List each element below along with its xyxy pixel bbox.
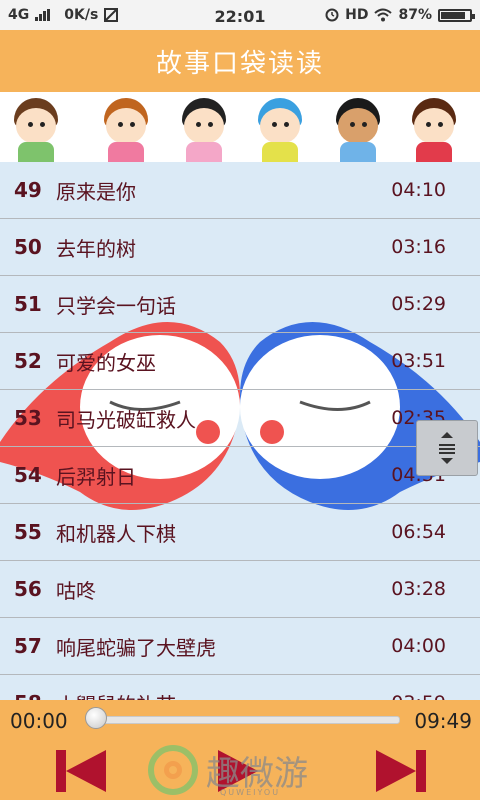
kid-illustration (406, 98, 462, 162)
story-title: 原来是你 (56, 179, 136, 204)
battery-icon (438, 8, 475, 22)
story-duration: 05:29 (391, 293, 446, 315)
list-item[interactable]: 51 只学会一句话 05:29 (0, 276, 480, 333)
watermark-logo: 趣微游 QUWEIYOU (148, 742, 308, 798)
kid-illustration (98, 98, 154, 162)
story-list[interactable]: 49 原来是你 04:10 50 去年的树 03:16 51 只学会一句话 05… (0, 162, 480, 700)
list-item[interactable]: 54 后羿射日 04:51 (0, 447, 480, 504)
status-bar: 4G 0K/s 22:01 HD 87% (0, 0, 480, 30)
progress-thumb[interactable] (85, 707, 107, 729)
previous-button[interactable] (50, 744, 110, 798)
story-number: 58 (14, 691, 42, 700)
list-item[interactable]: 52 可爱的女巫 03:51 (0, 333, 480, 390)
story-title: 可爱的女巫 (56, 350, 156, 375)
page-title: 故事口袋读读 (155, 48, 324, 79)
title-bar: 故事口袋读读 (0, 30, 480, 92)
skip-next-icon (376, 750, 426, 792)
story-title: 后羿射日 (56, 464, 136, 489)
story-title: 去年的树 (56, 236, 136, 261)
story-duration: 03:59 (391, 692, 446, 700)
watermark-subtext: QUWEIYOU (220, 788, 281, 797)
story-number: 55 (14, 520, 42, 544)
fast-scroll-handle[interactable] (416, 420, 478, 476)
story-title: 和机器人下棋 (56, 521, 176, 546)
progress-slider[interactable] (88, 716, 400, 724)
kid-illustration (176, 98, 232, 162)
story-number: 51 (14, 292, 42, 316)
story-title: 小鼹鼠的礼节 (56, 689, 176, 701)
story-number: 50 (14, 235, 42, 259)
story-number: 54 (14, 463, 42, 487)
story-title: 响尾蛇骗了大壁虎 (56, 635, 216, 660)
story-number: 57 (14, 634, 42, 658)
player-bar: 00:00 09:49 趣微游 QUWEIYOU (0, 700, 480, 800)
kids-banner (0, 92, 480, 162)
story-title: 司马光破缸救人 (56, 407, 196, 432)
next-button[interactable] (372, 744, 432, 798)
list-item[interactable]: 55 和机器人下棋 06:54 (0, 504, 480, 561)
story-title: 咕咚 (56, 578, 96, 603)
list-item[interactable]: 53 司马光破缸救人 02:35 (0, 390, 480, 447)
hd-badge: HD (345, 7, 369, 23)
story-title: 只学会一句话 (56, 293, 176, 318)
wifi-icon (374, 8, 393, 22)
list-item[interactable]: 50 去年的树 03:16 (0, 219, 480, 276)
list-item[interactable]: 56 咕咚 03:28 (0, 561, 480, 618)
story-number: 53 (14, 406, 42, 430)
list-item[interactable]: 57 响尾蛇骗了大壁虎 04:00 (0, 618, 480, 675)
story-number: 49 (14, 178, 42, 202)
story-duration: 03:51 (391, 350, 446, 372)
kid-illustration (8, 98, 64, 162)
story-duration: 04:10 (391, 179, 446, 201)
story-duration: 03:16 (391, 236, 446, 258)
story-number: 56 (14, 577, 42, 601)
scroll-grip-icon (439, 432, 455, 464)
current-time: 00:00 (10, 709, 68, 733)
kid-illustration (330, 98, 386, 162)
story-duration: 04:00 (391, 635, 446, 657)
total-time: 09:49 (414, 709, 472, 733)
skip-previous-icon (56, 750, 106, 792)
battery-percent: 87% (398, 7, 432, 23)
kid-illustration (252, 98, 308, 162)
watermark-mark-icon (148, 745, 198, 795)
story-duration: 03:28 (391, 578, 446, 600)
list-item[interactable]: 49 原来是你 04:10 (0, 162, 480, 219)
story-duration: 06:54 (391, 521, 446, 543)
story-number: 52 (14, 349, 42, 373)
list-item[interactable]: 58 小鼹鼠的礼节 03:59 (0, 675, 480, 700)
alarm-icon (325, 8, 339, 22)
